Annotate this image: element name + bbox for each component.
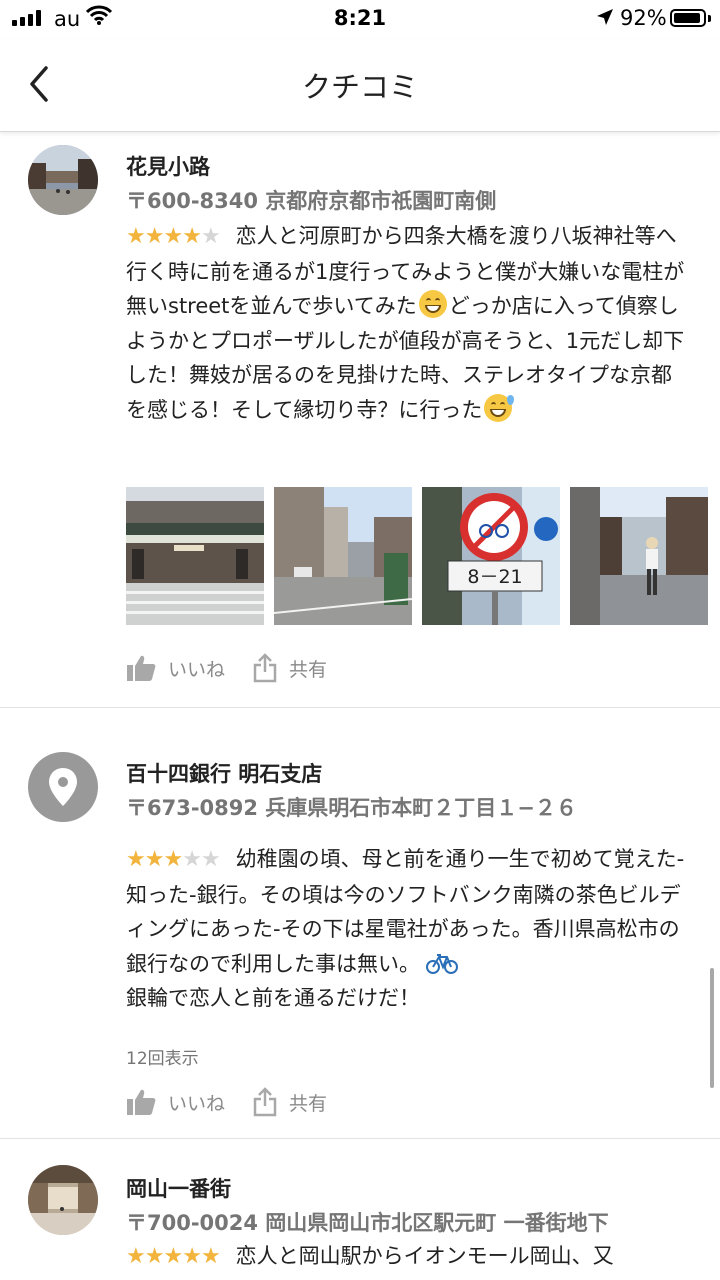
like-button[interactable]: いいね: [126, 654, 225, 682]
share-icon: [253, 653, 277, 683]
star-empty-icon: ★: [200, 847, 221, 872]
like-label: いいね: [168, 1092, 226, 1115]
share-button[interactable]: 共有: [253, 653, 327, 683]
review-card: 花見小路 〒600-8340 京都府京都市祇園町南側 ★★★★★ 恋人と河原町から…: [0, 133, 720, 707]
location-arrow-icon: [597, 9, 613, 25]
grinning-sweat-face-icon: [484, 393, 515, 422]
battery-icon: [670, 9, 706, 27]
star-filled-icon: ★: [163, 224, 183, 249]
scrollbar[interactable]: [710, 968, 714, 1088]
grinning-face-icon: [418, 290, 447, 318]
photo-strip[interactable]: 8－21: [126, 487, 720, 625]
review-text: ★★★★★ 恋人と河原町から四条大橋を渡り八坂神社等へ行く時に前を通るが1度行って…: [126, 219, 686, 427]
photo-thumbnail[interactable]: [570, 487, 708, 625]
place-name[interactable]: 百十四銀行 明石支店: [126, 758, 322, 788]
place-address: 〒700-0024 岡山県岡山市北区駅元町 一番街地下: [126, 1211, 609, 1235]
share-label: 共有: [289, 658, 328, 681]
photo-thumbnail[interactable]: [126, 487, 264, 625]
battery-level: [674, 13, 700, 23]
review-actions: いいね 共有: [126, 1085, 355, 1119]
review-text: ★★★★★ 恋人と岡山駅からイオンモール岡山、又: [126, 1239, 686, 1275]
place-name[interactable]: 花見小路: [126, 151, 210, 181]
star-filled-icon: ★: [144, 1244, 165, 1269]
star-filled-icon: ★: [126, 224, 146, 249]
place-name[interactable]: 岡山一番街: [126, 1173, 231, 1203]
star-filled-icon: ★: [126, 1244, 146, 1269]
review-card: 岡山一番街 〒700-0024 岡山県岡山市北区駅元町 一番街地下 ★★★★★ 恋…: [0, 1139, 720, 1280]
place-address: 〒673-0892 兵庫県明石市本町２丁目１−２６: [126, 796, 577, 820]
star-filled-icon: ★: [163, 847, 183, 872]
place-address: 〒600-8340 京都府京都市祇園町南側: [126, 189, 497, 213]
star-filled-icon: ★: [182, 224, 202, 249]
star-rating: ★★★★★: [126, 1239, 221, 1275]
photo-thumbnail[interactable]: 8－21: [422, 487, 560, 625]
star-empty-icon: ★: [200, 224, 221, 249]
review-text-part: 恋人と岡山駅からイオンモール岡山、又: [235, 1244, 614, 1268]
like-button[interactable]: いいね: [126, 1088, 225, 1116]
page-title: クチコミ: [301, 70, 418, 104]
star-filled-icon: ★: [182, 1244, 202, 1269]
status-bar: au 8:21 92%: [0, 0, 720, 40]
review-text-part: 銀輪で恋人と前を通るだけだ！: [126, 986, 420, 1010]
share-button[interactable]: 共有: [253, 1087, 327, 1117]
share-label: 共有: [289, 1092, 328, 1115]
star-filled-icon: ★: [144, 224, 165, 249]
share-icon: [253, 1087, 277, 1117]
review-actions: いいね 共有: [126, 651, 355, 685]
review-text: ★★★★★ 幼稚園の頃、母と前を通り一生で初めて覚えた-知った-銀行。その頃は今の…: [126, 842, 686, 1016]
place-avatar[interactable]: [28, 145, 98, 215]
photo-thumbnail[interactable]: [274, 487, 412, 625]
review-card: 百十四銀行 明石支店 〒673-0892 兵庫県明石市本町２丁目１−２６ ★★★…: [0, 708, 720, 1138]
star-filled-icon: ★: [163, 1244, 183, 1269]
place-avatar[interactable]: [28, 1165, 98, 1235]
star-filled-icon: ★: [200, 1244, 221, 1269]
bicycle-icon: [426, 953, 458, 974]
svg-text:8－21: 8－21: [467, 566, 522, 588]
map-pin-icon: [49, 768, 77, 806]
nav-bar: クチコミ: [0, 40, 720, 132]
star-empty-icon: ★: [182, 847, 202, 872]
like-label: いいね: [168, 658, 226, 681]
thumbs-up-icon: [127, 1089, 156, 1115]
battery-percent: 92%: [620, 6, 667, 30]
place-avatar[interactable]: [28, 752, 98, 822]
view-count: 12回表示: [126, 1049, 199, 1069]
thumbs-up-icon: [127, 655, 156, 681]
star-filled-icon: ★: [126, 847, 146, 872]
star-rating: ★★★★★: [126, 219, 221, 255]
star-rating: ★★★★★: [126, 842, 221, 878]
star-filled-icon: ★: [144, 847, 165, 872]
